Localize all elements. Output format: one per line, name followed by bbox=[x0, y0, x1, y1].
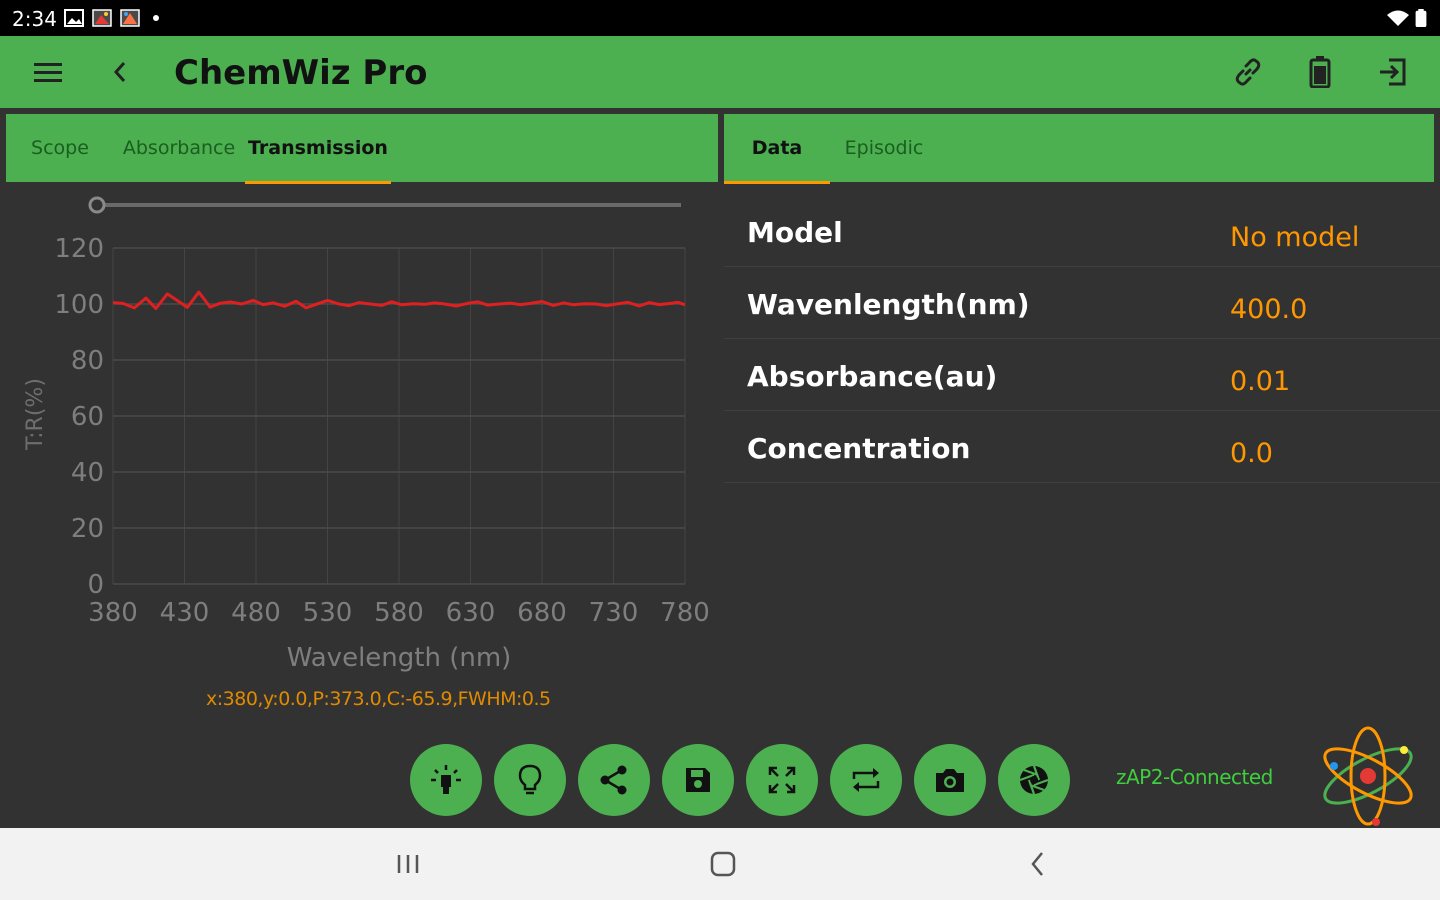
tab-indicator bbox=[245, 181, 391, 184]
data-row-absorbance: Absorbance(au) 0.01 bbox=[724, 338, 1440, 411]
battery-level-icon[interactable] bbox=[1300, 52, 1340, 92]
left-tab-bar: Scope Absorbance Transmission bbox=[6, 114, 718, 184]
tab-absorbance[interactable]: Absorbance bbox=[118, 114, 240, 182]
tab-scope-label: Scope bbox=[31, 137, 89, 159]
x-tick-label: 680 bbox=[517, 598, 567, 628]
shutter-button[interactable] bbox=[998, 744, 1070, 816]
app-notification-icon bbox=[92, 9, 112, 27]
fullscreen-button[interactable] bbox=[746, 744, 818, 816]
range-slider-handle[interactable] bbox=[88, 196, 106, 214]
swap-button[interactable] bbox=[830, 744, 902, 816]
app-bar: ChemWiz Pro bbox=[0, 36, 1440, 108]
x-tick-label: 380 bbox=[88, 598, 138, 628]
tab-indicator bbox=[724, 181, 830, 184]
x-axis-label: Wavelength (nm) bbox=[287, 643, 512, 673]
camera-button[interactable] bbox=[914, 744, 986, 816]
tab-transmission[interactable]: Transmission bbox=[245, 114, 391, 184]
share-button[interactable] bbox=[578, 744, 650, 816]
x-tick-label: 530 bbox=[303, 598, 353, 628]
app-notification-icon-2 bbox=[120, 9, 140, 27]
data-label: Wavenlength(nm) bbox=[747, 288, 1030, 321]
gallery-notification-icon bbox=[64, 9, 84, 27]
chemwiz-logo bbox=[1323, 726, 1413, 826]
y-tick-label: 60 bbox=[71, 402, 104, 432]
tab-transmission-label: Transmission bbox=[248, 137, 388, 159]
tab-episodic[interactable]: Episodic bbox=[836, 114, 932, 182]
nav-back-icon[interactable] bbox=[1016, 842, 1060, 886]
lamp-button[interactable] bbox=[410, 744, 482, 816]
menu-icon[interactable] bbox=[28, 52, 68, 92]
right-tab-bar: Data Episodic bbox=[724, 114, 1434, 184]
data-label: Absorbance(au) bbox=[747, 360, 998, 393]
exit-icon[interactable] bbox=[1372, 52, 1412, 92]
save-icon bbox=[686, 768, 710, 792]
lamp-icon bbox=[431, 765, 461, 794]
x-tick-label: 430 bbox=[160, 598, 210, 628]
tab-absorbance-label: Absorbance bbox=[122, 137, 236, 159]
y-tick-label: 80 bbox=[71, 346, 104, 376]
data-row-concentration: Concentration 0.0 bbox=[724, 410, 1440, 483]
more-notifications-dot-icon bbox=[153, 15, 159, 21]
y-tick-label: 40 bbox=[71, 458, 104, 488]
home-icon[interactable] bbox=[701, 842, 745, 886]
data-row-model: Model No model bbox=[724, 194, 1440, 267]
status-bar: 2:34 bbox=[0, 0, 1440, 36]
swap-icon bbox=[852, 768, 880, 792]
y-tick-label: 100 bbox=[54, 290, 104, 320]
tab-episodic-label: Episodic bbox=[844, 137, 924, 159]
tab-scope[interactable]: Scope bbox=[18, 114, 102, 182]
status-time: 2:34 bbox=[12, 7, 57, 31]
y-tick-label: 20 bbox=[71, 514, 104, 544]
wifi-icon bbox=[1387, 10, 1409, 26]
battery-icon bbox=[1415, 9, 1427, 27]
back-icon[interactable] bbox=[100, 52, 140, 92]
recent-apps-icon[interactable] bbox=[386, 842, 430, 886]
save-button[interactable] bbox=[662, 744, 734, 816]
y-axis-label: T:R(%) bbox=[23, 378, 48, 451]
data-label: Concentration bbox=[747, 432, 971, 465]
link-icon[interactable] bbox=[1228, 52, 1268, 92]
data-row-wavelength: Wavenlength(nm) 400.0 bbox=[724, 266, 1440, 339]
x-tick-label: 580 bbox=[374, 598, 424, 628]
cursor-readout: x:380,y:0.0,P:373.0,C:-65.9,FWHM:0.5 bbox=[206, 688, 551, 710]
share-icon bbox=[600, 765, 627, 795]
tab-data-label: Data bbox=[751, 137, 803, 159]
fullscreen-icon bbox=[768, 766, 796, 794]
camera-icon bbox=[936, 769, 964, 792]
data-value: 0.01 bbox=[1230, 366, 1291, 397]
x-tick-label: 630 bbox=[446, 598, 496, 628]
bulb-icon bbox=[518, 764, 542, 795]
system-nav-bar bbox=[0, 828, 1440, 900]
connection-status: zAP2-Connected bbox=[1116, 765, 1273, 789]
app-title: ChemWiz Pro bbox=[174, 53, 428, 93]
y-tick-label: 0 bbox=[87, 570, 104, 600]
transmission-chart[interactable]: 120 100 80 60 40 20 0380 430 480 530 580 630 680 730 7… bbox=[0, 186, 718, 716]
data-value: 0.0 bbox=[1230, 438, 1273, 469]
y-tick-label: 120 bbox=[54, 234, 104, 264]
data-label: Model bbox=[747, 216, 843, 249]
shutter-icon bbox=[1019, 765, 1049, 795]
tab-data[interactable]: Data bbox=[724, 114, 830, 184]
x-tick-label: 480 bbox=[231, 598, 281, 628]
data-value: 400.0 bbox=[1230, 294, 1308, 325]
bulb-button[interactable] bbox=[494, 744, 566, 816]
x-tick-label: 780 bbox=[660, 598, 710, 628]
data-value: No model bbox=[1230, 222, 1360, 253]
x-tick-label: 730 bbox=[589, 598, 639, 628]
